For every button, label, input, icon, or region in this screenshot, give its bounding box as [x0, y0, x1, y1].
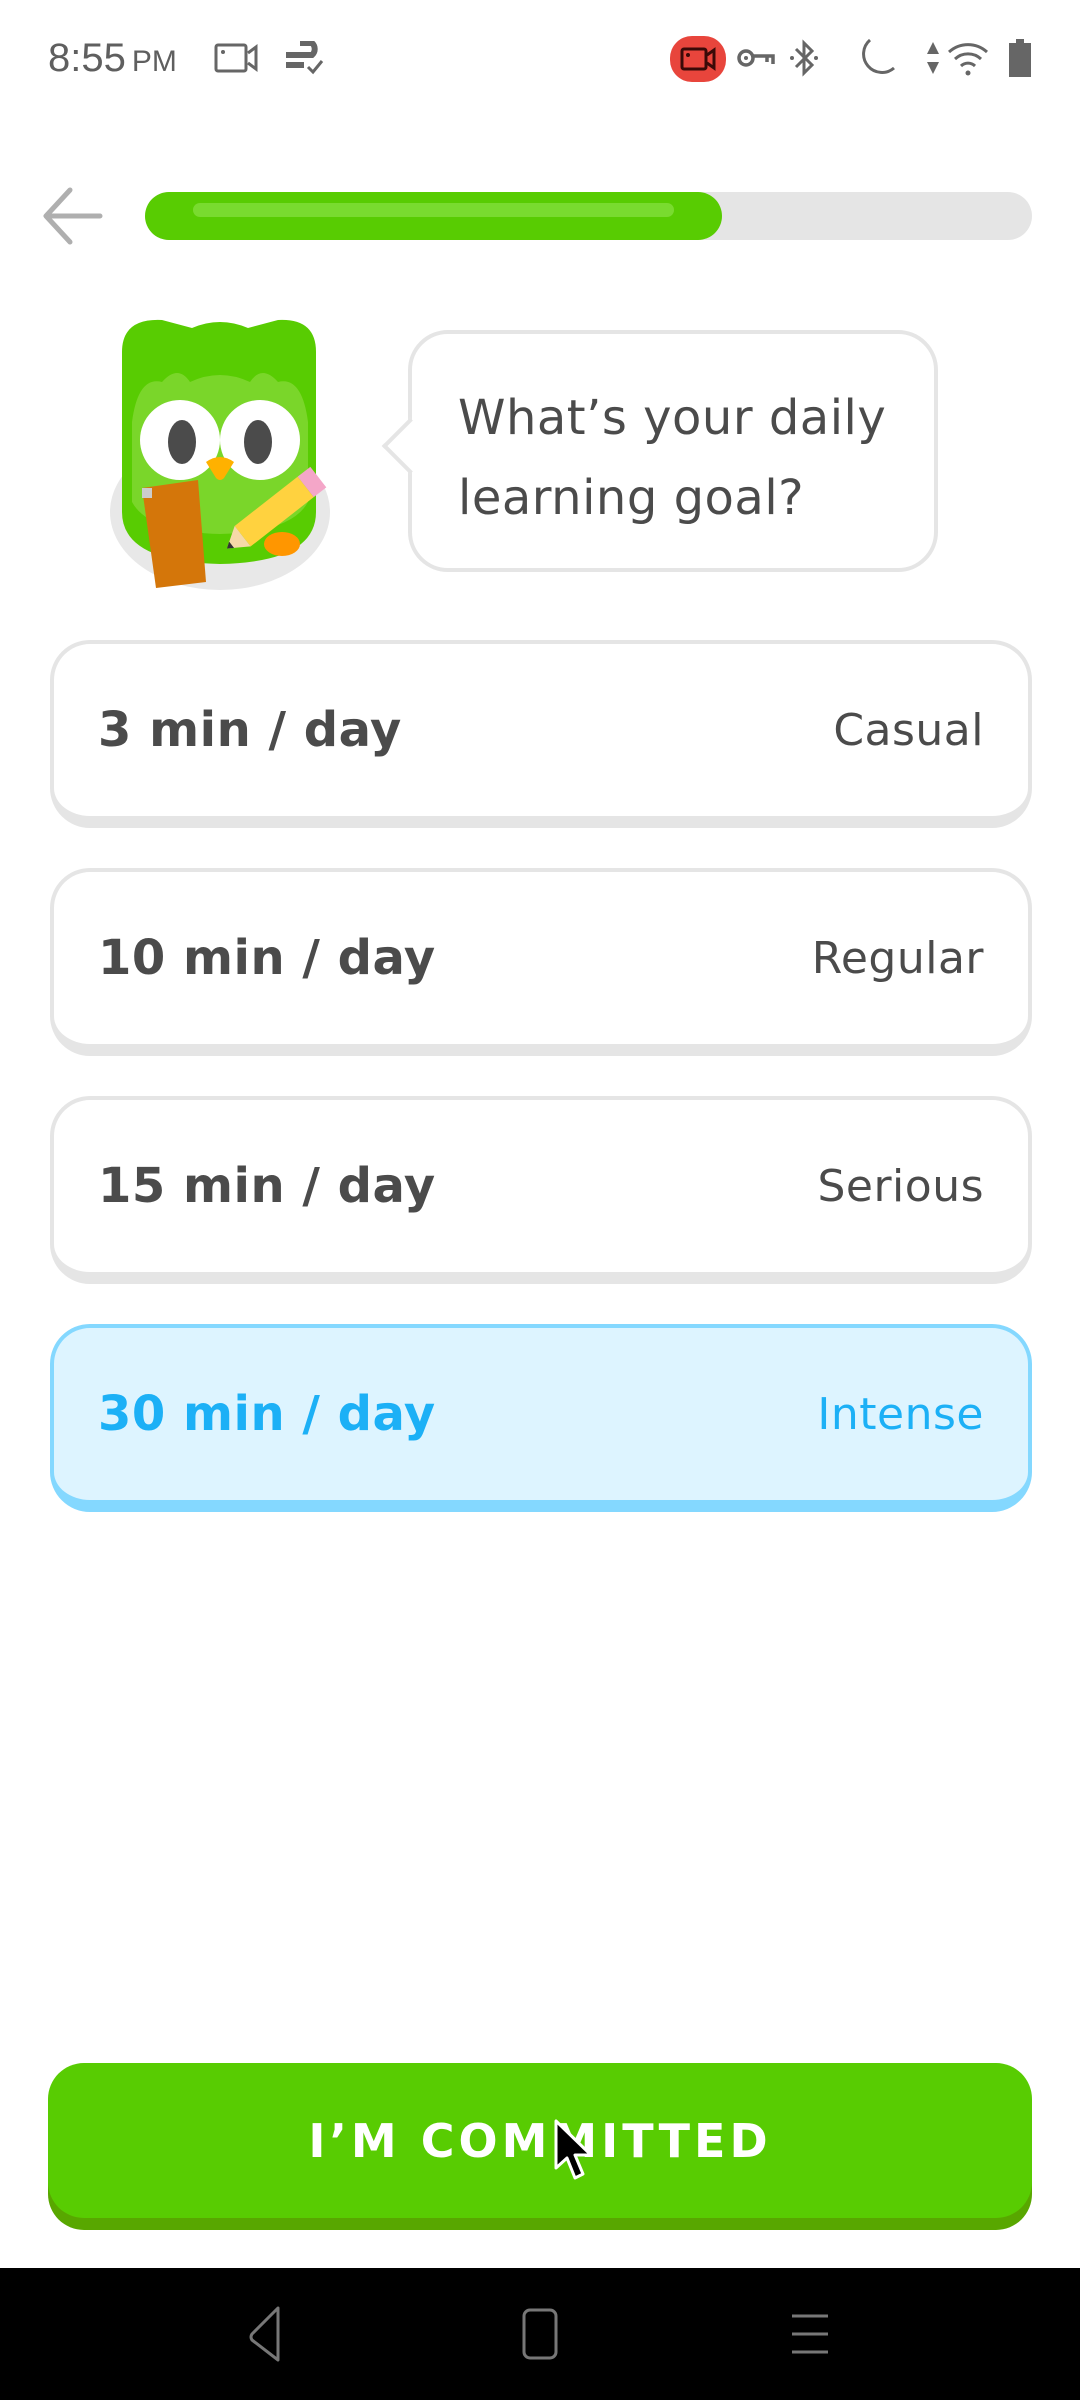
nav-menu-icon: [792, 2314, 828, 2354]
goal-option-serious[interactable]: 15 min / day Serious: [50, 1096, 1032, 1284]
bluetooth-icon: [786, 38, 822, 78]
mouse-pointer-icon: [554, 2119, 593, 2180]
nav-home-button[interactable]: [500, 2298, 580, 2370]
status-time: 8:55 PM: [48, 36, 177, 81]
wifi-icon: [946, 38, 990, 78]
lesson-progress-bar: [145, 192, 1032, 240]
question-text: What’s your daily learning goal?: [458, 390, 887, 526]
speech-bubble: What’s your daily learning goal?: [381, 330, 938, 572]
goal-option-level: Regular: [811, 932, 984, 984]
goal-option-regular[interactable]: 10 min / day Regular: [50, 868, 1032, 1056]
screen-record-icon: [212, 38, 260, 78]
goal-option-level: Serious: [817, 1160, 984, 1212]
goal-option-level: Casual: [833, 704, 984, 756]
arrow-left-icon: [43, 187, 103, 245]
status-time-ampm: PM: [131, 45, 177, 78]
data-saver-icon: [280, 38, 328, 78]
nav-back-icon: [249, 2306, 280, 2362]
vpn-key-icon: [736, 38, 776, 78]
goal-option-time: 10 min / day: [98, 930, 436, 986]
battery-icon: [1006, 38, 1034, 78]
recording-indicator-icon: [670, 36, 726, 82]
im-committed-label: I’M COMMITTED: [308, 2113, 772, 2168]
progress-fill: [145, 192, 722, 240]
goal-option-level: Intense: [817, 1388, 984, 1440]
progress-shine: [193, 203, 674, 217]
goal-option-time: 30 min / day: [98, 1386, 436, 1442]
nav-home-icon: [522, 2308, 558, 2360]
nav-back-button[interactable]: [226, 2298, 306, 2370]
status-time-value: 8:55: [48, 36, 126, 80]
data-arrows-icon: [924, 38, 942, 78]
back-button[interactable]: [36, 180, 108, 252]
goal-option-time: 15 min / day: [98, 1158, 436, 1214]
im-committed-button[interactable]: I’M COMMITTED: [48, 2063, 1032, 2218]
goal-option-casual[interactable]: 3 min / day Casual: [50, 640, 1032, 828]
speech-bubble-tail: [381, 417, 439, 475]
status-bar: 8:55 PM: [0, 0, 1080, 120]
goal-options-list: 3 min / day Casual 10 min / day Regular …: [50, 640, 1032, 1552]
do-not-disturb-moon-icon: [850, 38, 898, 78]
nav-recents-button[interactable]: [770, 2298, 850, 2370]
system-nav-bar: [0, 2268, 1080, 2400]
duo-owl-mascot: [102, 312, 338, 592]
goal-option-intense[interactable]: 30 min / day Intense: [50, 1324, 1032, 1512]
goal-option-time: 3 min / day: [98, 702, 402, 758]
